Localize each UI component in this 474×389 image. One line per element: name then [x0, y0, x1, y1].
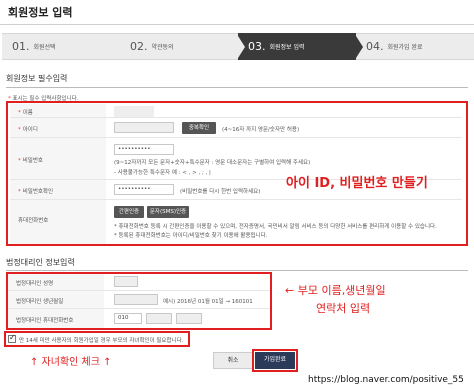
guardian-section-divider — [6, 270, 468, 271]
annotation-child-confirm: ↑ 자녀확인 체크 ↑ — [30, 357, 112, 368]
title-divider — [0, 24, 474, 25]
step-label: 회원가입 완료 — [387, 44, 423, 51]
submit-button[interactable]: 가입완료 — [252, 349, 298, 372]
step-label: 약관동의 — [151, 44, 174, 51]
required-section-divider — [6, 87, 468, 88]
cancel-button[interactable]: 취소 — [213, 352, 253, 369]
guardian-section-title: 법정대리인 정보입력 — [6, 258, 75, 267]
page-title: 회원정보 입력 — [8, 6, 73, 19]
step-1: 01. 회원선택 — [2, 33, 127, 60]
required-section-title: 회원정보 필수입력 — [6, 74, 68, 83]
step-2: 02. 약관동의 — [120, 33, 245, 60]
step-4: 04. 회원가입 완료 — [356, 33, 474, 60]
step-number: 02. — [130, 40, 148, 53]
step-number: 04. — [366, 40, 384, 53]
step-label: 회원정보 입력 — [269, 44, 305, 51]
step-number: 01. — [12, 40, 30, 53]
step-indicator: 01. 회원선택 02. 약관동의 03. 회원정보 입력 04. 회원가입 완… — [2, 33, 474, 60]
blog-watermark: https://blog.naver.com/positive_55 — [306, 375, 466, 385]
step-arrow-icon — [356, 36, 363, 58]
annotation-id-password: 아이 ID, 비밀번호 만들기 — [286, 176, 428, 191]
annotation-parent-info-2: 연락처 입력 — [316, 302, 371, 315]
consent-text: 만 14세 미만 사용자의 회원가입일 경우 부모의 자녀확인이 필요합니다. — [19, 338, 184, 344]
child-confirm-checkbox[interactable] — [8, 333, 16, 343]
step-arrow-icon — [120, 36, 127, 58]
step-arrow-icon — [238, 36, 245, 58]
guardian-highlight-box — [6, 272, 272, 330]
step-label: 회원선택 — [33, 44, 56, 51]
step-number: 03. — [248, 40, 266, 53]
step-3: 03. 회원정보 입력 — [238, 33, 363, 60]
annotation-parent-info-1: ← 부모 이름,생년월일 — [285, 284, 386, 297]
